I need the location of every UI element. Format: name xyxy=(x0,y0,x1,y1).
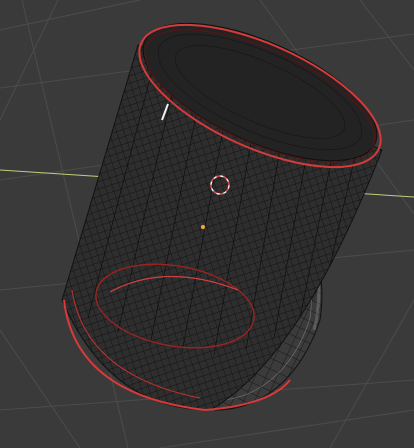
viewport-canvas[interactable] xyxy=(0,0,414,448)
object-origin-icon[interactable] xyxy=(200,224,206,230)
3d-viewport[interactable] xyxy=(0,0,414,448)
mug-body[interactable] xyxy=(61,0,395,411)
